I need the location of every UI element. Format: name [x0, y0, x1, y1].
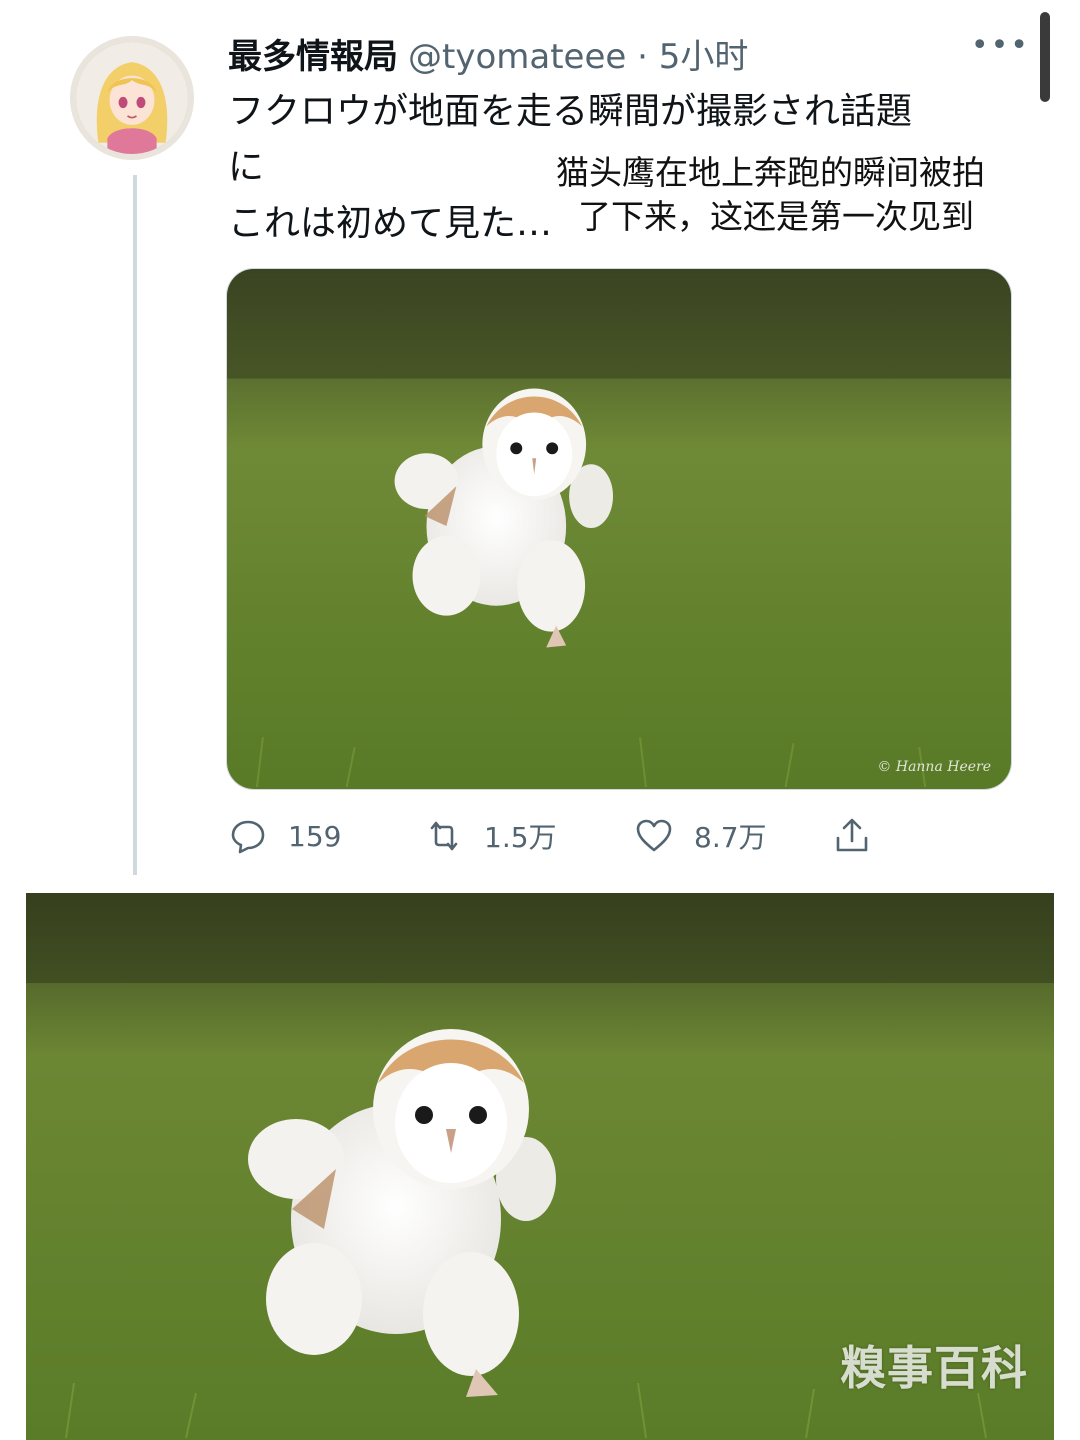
retweet-icon [430, 821, 458, 851]
photo-credit: © Hanna Heere [877, 759, 991, 775]
retweet-button[interactable]: 1.5万 [424, 808, 557, 864]
display-name[interactable]: 最多情報局 [228, 29, 398, 78]
heart-icon [636, 819, 672, 852]
avatar-illustration [76, 42, 188, 154]
tweet-header: 最多情報局 @tyomateee · 5小时 [228, 29, 1020, 78]
share-icon [836, 818, 868, 852]
like-button[interactable]: 8.7万 [634, 808, 767, 864]
tweet-card[interactable]: 最多情報局 @tyomateee · 5小时 ••• フクロウが地面を走る瞬間が… [0, 0, 1080, 880]
retweet-count: 1.5万 [484, 821, 557, 854]
translation-text: 了下来，这还是第一次见到 [578, 197, 974, 236]
reply-bubble-icon [231, 820, 265, 854]
watermark-logo: 糗事百科 [840, 1341, 1028, 1395]
handle-and-time[interactable]: @tyomateee · 5小时 [408, 29, 748, 78]
thread-line [133, 175, 137, 875]
tweet-text-line: フクロウが地面を走る瞬間が撮影され話題 [228, 91, 913, 132]
share-button[interactable] [832, 808, 892, 864]
owl-photo [227, 269, 1011, 789]
reply-button[interactable]: 159 [228, 808, 341, 864]
more-dots-icon[interactable]: ••• [971, 28, 1030, 63]
like-count: 8.7万 [694, 821, 767, 854]
translation-text: 猫头鹰在地上奔跑的瞬间被拍 [556, 153, 985, 192]
tweet-media-image[interactable]: © Hanna Heere [226, 268, 1012, 790]
avatar[interactable] [70, 36, 194, 160]
tweet-actions: 159 1.5万 8.7万 [228, 808, 928, 864]
owl-closeup-photo: 糗事百科 [26, 893, 1054, 1440]
reply-count: 159 [288, 819, 342, 853]
scrollbar[interactable] [1040, 12, 1050, 102]
